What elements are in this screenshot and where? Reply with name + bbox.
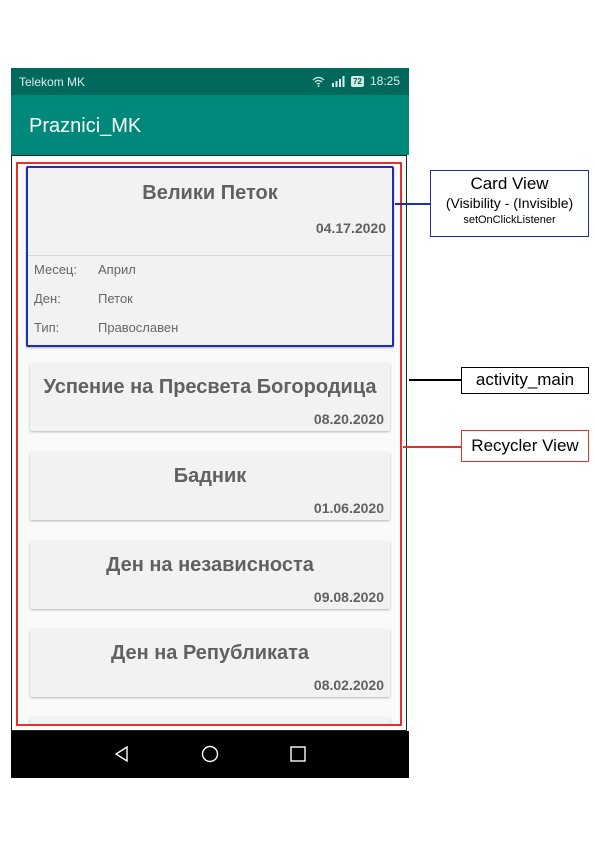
detail-value: Април	[98, 262, 136, 277]
card-title: Велики Петок	[142, 182, 278, 204]
nav-bar	[11, 731, 409, 778]
recycler-view-connector	[403, 446, 462, 448]
card-date: 01.06.2020	[313, 500, 384, 516]
back-icon[interactable]	[112, 744, 132, 764]
card-view[interactable]: Ден на Републиката 08.02.2020	[30, 629, 390, 697]
card-divider	[28, 255, 392, 256]
card-view-annotation-visibility: (Visibility - (Invisible)	[445, 195, 574, 211]
card-title: Успение на Пресвета Богородица	[43, 376, 377, 398]
detail-value: Православен	[98, 320, 179, 335]
card-view[interactable]: Бадник 01.06.2020	[30, 452, 390, 520]
status-bar: Telekom MK 72 18:25	[11, 68, 409, 95]
card-date: 08.02.2020	[313, 677, 384, 693]
recents-icon[interactable]	[288, 744, 308, 764]
card-title: Бадник	[173, 465, 247, 487]
clock-label: 18:25	[369, 74, 400, 88]
card-view-partial[interactable]	[30, 717, 390, 724]
detail-key: Ден:	[34, 291, 61, 306]
status-icons: 72 18:25	[312, 74, 400, 88]
card-title: Ден на Републиката	[110, 642, 310, 664]
card-date: 09.08.2020	[313, 589, 384, 605]
card-view[interactable]: Успение на Пресвета Богородица 08.20.202…	[30, 363, 390, 431]
detail-type: Тип: Православен	[34, 320, 178, 335]
detail-key: Месец:	[34, 262, 77, 277]
app-bar: Praznici_MK	[11, 95, 409, 155]
phone-screen: Telekom MK 72 18:25 Praznici_MK Велики П	[11, 68, 409, 778]
carrier-label: Telekom MK	[19, 75, 86, 89]
card-date: 04.17.2020	[315, 220, 386, 236]
detail-day: Ден: Петок	[34, 291, 133, 306]
signal-icon	[332, 75, 345, 87]
app-title: Praznici_MK	[29, 115, 142, 137]
activity-main: Велики Петок 04.17.2020 Месец: Април Ден:…	[11, 155, 407, 731]
recycler-view-annotation: Recycler View	[461, 430, 589, 462]
card-view-connector	[395, 203, 431, 205]
card-view-annotation-listener: setOnClickListener	[463, 214, 556, 226]
home-icon[interactable]	[200, 744, 220, 764]
card-view-expanded[interactable]: Велики Петок 04.17.2020 Месец: Април Ден:…	[26, 166, 394, 347]
card-date: 08.20.2020	[313, 411, 384, 427]
activity-main-annotation: activity_main	[461, 367, 589, 394]
card-view[interactable]: Ден на независноста 09.08.2020	[30, 541, 390, 609]
recycler-view[interactable]: Велики Петок 04.17.2020 Месец: Април Ден:…	[16, 162, 402, 726]
detail-month: Месец: Април	[34, 262, 136, 277]
card-view-annotation: Card View (Visibility - (Invisible) setO…	[430, 170, 589, 237]
battery-icon: 72	[351, 75, 364, 87]
detail-value: Петок	[98, 291, 133, 306]
activity-main-connector	[409, 379, 462, 381]
card-view-annotation-title: Card View	[470, 174, 549, 193]
card-title: Ден на независноста	[106, 554, 314, 576]
wifi-icon	[312, 76, 325, 87]
detail-key: Тип:	[34, 320, 60, 335]
